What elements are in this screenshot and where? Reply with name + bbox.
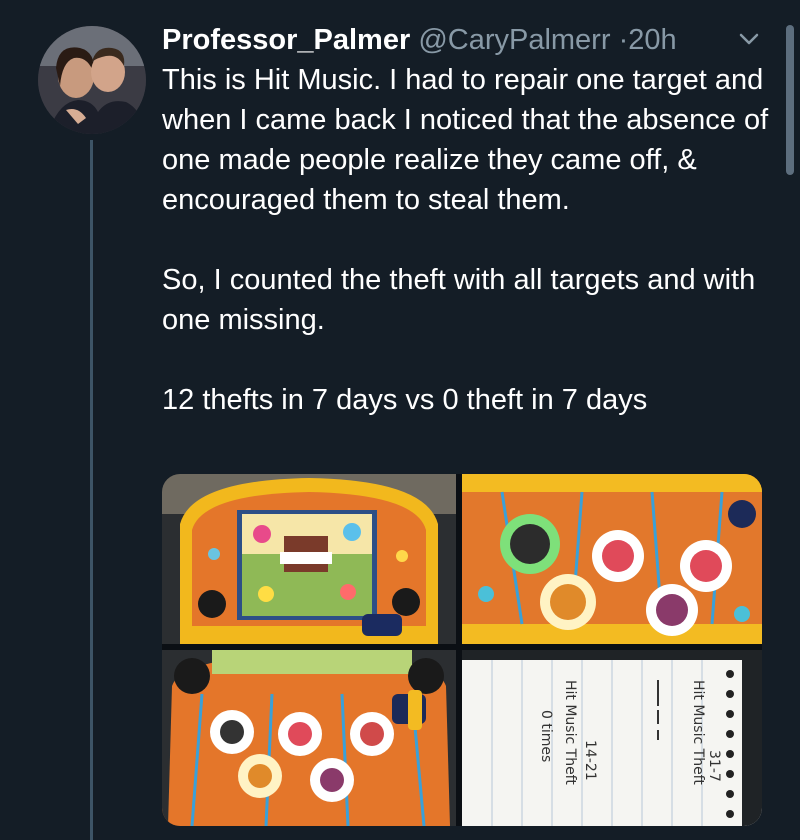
thread-line [90,140,93,840]
chevron-down-icon[interactable] [738,28,760,50]
notepad-text: 0 times [538,710,554,762]
tweet-paragraph: So, I counted the theft with all targets… [162,264,756,336]
media-photo-machine-missing-target[interactable] [162,650,456,826]
avatar-photo [38,26,146,134]
timestamp[interactable]: 20h [628,24,676,56]
scrollbar[interactable] [786,25,794,175]
media-photo-notepad-tally[interactable]: Hit Music Theft 31-7 Hit Music Theft 14-… [462,650,762,826]
separator-dot: · [618,24,629,56]
notepad-text: Hit Music Theft [562,680,578,785]
media-photo-machine-screen[interactable] [162,474,456,644]
notepad-text: Hit Music Theft [690,680,706,785]
author-avatar[interactable] [38,26,146,134]
tweet-text: This is Hit Music. I had to repair one t… [162,60,772,420]
notepad-text: 31-7 [706,750,722,782]
author-handle[interactable]: @CaryPalmerr [418,24,610,56]
media-photo-targets-closeup[interactable] [462,474,762,644]
tweet-paragraph: 12 thefts in 7 days vs 0 theft in 7 days [162,384,648,416]
author-name[interactable]: Professor_Palmer [162,24,410,56]
media-grid: Hit Music Theft 31-7 Hit Music Theft 14-… [162,474,762,826]
tweet-paragraph: This is Hit Music. I had to repair one t… [162,64,769,216]
tweet-header: Professor_Palmer @CaryPalmerr ·20h [162,22,740,58]
notepad-text: 14-21 [582,740,598,781]
